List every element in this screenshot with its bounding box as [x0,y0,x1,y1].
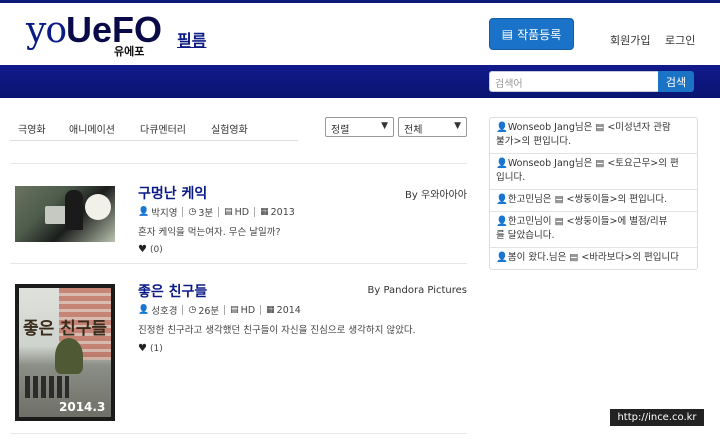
like-button[interactable]: ♥ (1) [138,343,163,354]
year: 2013 [270,206,295,218]
duration: 3분 [198,208,214,219]
activity-item[interactable]: 👤한고민님이 ▤ <쌍둥이들>에 별점/리뷰 를 달았습니다. [490,212,697,248]
search-input[interactable]: 검색어 [489,71,659,92]
like-button[interactable]: ♥ (0) [138,244,163,255]
activity-feed: 👤Wonseob Jang님은 ▤ <미성년자 관람 불가>의 편입니다. 👤W… [489,117,698,270]
movie-thumbnail[interactable] [15,186,115,242]
activity-item[interactable]: 👤한고민님은 ▤ <쌍둥이들>의 편입니다. [490,190,697,212]
user-icon: 👤 [496,216,508,227]
user-icon: 👤 [496,252,508,263]
film-icon: ▤ [501,27,514,41]
heart-icon: ♥ [138,244,147,255]
list-divider [10,433,467,434]
like-count: (1) [149,344,163,354]
sort-select-value: 정렬 [331,125,350,136]
chevron-down-icon: ▼ [454,121,461,131]
category-documentary[interactable]: 다큐멘터리 [140,121,186,136]
clock-icon: ◷ [188,207,197,217]
movie-poster[interactable]: 좋은 친구들 2014.3 [15,284,115,421]
movie-title[interactable]: 좋은 친구들 [138,281,207,301]
user-icon: 👤 [496,122,508,133]
movie-description: 진정한 친구라고 생각했던 친구들이 자신을 진심으로 생각하지 않았다. [138,325,416,336]
director: 박지영 [151,208,178,219]
director: 성호경 [151,306,178,317]
movie-author[interactable]: By 우와아아아 [405,186,467,201]
logo-subtitle: 유에포 [114,45,145,58]
calendar-icon: ▦ [266,305,275,315]
watermark: http://ince.co.kr [610,409,704,426]
top-accent-line [0,0,720,3]
list-divider [10,263,467,264]
movie-author[interactable]: By Pandora Pictures [368,285,468,296]
poster-title: 좋은 친구들 [22,319,108,339]
duration: 26분 [198,306,220,317]
movie-meta: 👤 박지영 ◷ 3분 ▤ HD ▦ 2013 [138,205,295,220]
movie-title[interactable]: 구멍난 케익 [138,183,207,203]
year: 2014 [276,304,301,316]
signup-link[interactable]: 회원가입 [610,32,650,48]
site-logo[interactable]: yoUeFO 유에포 [26,9,163,58]
film-icon: ▤ [224,207,233,217]
movie-description: 혼자 케익을 먹는여자. 무슨 날일까? [138,227,281,238]
user-icon: 👤 [138,305,150,315]
movie-meta: 👤 성호경 ◷ 26분 ▤ HD ▦ 2014 [138,303,301,318]
logo-text: yoUeFO [26,9,163,51]
quality: HD [234,206,250,218]
poster-year: 2014.3 [59,400,106,414]
list-divider [10,163,467,164]
category-drama[interactable]: 극영화 [18,121,46,136]
register-work-label: 작품등록 [517,27,562,42]
chevron-down-icon: ▼ [381,121,388,131]
register-work-button[interactable]: ▤ 작품등록 [489,18,574,50]
range-select-value: 전체 [404,125,423,136]
category-animation[interactable]: 애니메이션 [69,121,115,136]
clock-icon: ◷ [188,305,197,315]
user-icon: 👤 [496,158,508,169]
quality: HD [240,304,256,316]
activity-item[interactable]: 👤봄이 왔다.님은 ▤ <바라보다>의 편입니다 [490,248,697,269]
nav-film-link[interactable]: 필름 [177,27,206,51]
login-link[interactable]: 로그인 [665,32,695,48]
search-button[interactable]: 검색 [658,71,694,92]
like-count: (0) [149,245,163,255]
activity-item[interactable]: 👤Wonseob Jang님은 ▤ <토요근무>의 편 입니다. [490,154,697,190]
activity-item[interactable]: 👤Wonseob Jang님은 ▤ <미성년자 관람 불가>의 편입니다. [490,118,697,154]
range-select[interactable]: 전체 ▼ [398,117,467,137]
sort-select[interactable]: 정렬 ▼ [325,117,394,137]
film-icon: ▤ [230,305,239,315]
user-icon: 👤 [496,194,508,205]
category-experimental[interactable]: 실험영화 [211,121,248,136]
heart-icon: ♥ [138,343,147,354]
category-underline [10,140,298,141]
calendar-icon: ▦ [260,207,269,217]
user-icon: 👤 [138,207,150,217]
